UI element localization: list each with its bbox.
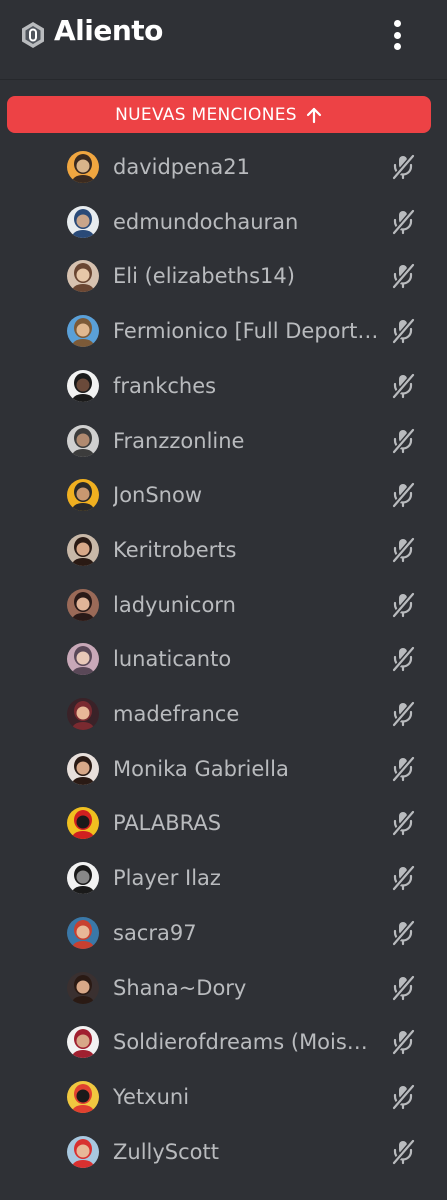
muted-microphone-icon xyxy=(391,809,416,837)
member-row[interactable]: davidpena21 xyxy=(60,140,430,194)
muted-microphone-icon xyxy=(391,1083,416,1111)
avatar xyxy=(67,315,99,348)
member-row[interactable]: Eli (elizabeths14) xyxy=(60,249,430,303)
member-name: Shana~Dory xyxy=(113,975,247,1000)
member-name: Yetxuni xyxy=(113,1084,190,1109)
member-name: Keritroberts xyxy=(113,537,237,562)
muted-microphone-icon xyxy=(391,700,416,728)
member-name: PALABRAS xyxy=(113,811,222,836)
avatar xyxy=(67,588,99,621)
muted-microphone-icon xyxy=(391,317,416,345)
muted-microphone-icon xyxy=(391,153,416,181)
channel-members-panel: Aliento NUEVAS MENCIONES davidpena21 edmu… xyxy=(0,0,447,1200)
member-row[interactable]: Player Ilaz xyxy=(60,851,430,905)
avatar xyxy=(67,533,99,566)
member-name: Franzzonline xyxy=(113,428,245,453)
new-mentions-banner[interactable]: NUEVAS MENCIONES xyxy=(7,96,431,133)
member-name: lunaticanto xyxy=(113,647,232,672)
member-row[interactable]: Fermionico [Full Deport… xyxy=(60,304,430,358)
member-row[interactable]: madefrance xyxy=(60,687,430,741)
new-mentions-label: NUEVAS MENCIONES xyxy=(115,104,297,125)
member-name: Soldierofdreams (Mois… xyxy=(113,1030,368,1055)
member-name: Fermionico [Full Deport… xyxy=(113,319,379,344)
member-name: madefrance xyxy=(113,702,240,726)
avatar xyxy=(67,1135,99,1168)
member-name: ZullyScott xyxy=(113,1139,219,1164)
avatar xyxy=(67,1026,99,1059)
avatar xyxy=(67,424,99,457)
member-name: Player Ilaz xyxy=(113,866,221,891)
member-name: ladyunicorn xyxy=(113,592,236,617)
member-row[interactable]: Shana~Dory xyxy=(60,961,430,1015)
member-name: sacra97 xyxy=(113,920,197,945)
avatar xyxy=(67,260,99,293)
avatar xyxy=(67,479,99,512)
muted-microphone-icon xyxy=(391,262,416,290)
kebab-menu-icon[interactable] xyxy=(383,18,411,52)
muted-microphone-icon xyxy=(391,864,416,892)
member-name: JonSnow xyxy=(113,483,203,508)
muted-microphone-icon xyxy=(391,208,416,236)
member-row[interactable]: Soldierofdreams (Mois… xyxy=(60,1015,430,1069)
member-row[interactable]: frankches xyxy=(60,359,430,413)
avatar xyxy=(67,807,99,840)
muted-microphone-icon xyxy=(391,974,416,1001)
muted-microphone-icon xyxy=(391,372,416,400)
muted-microphone-icon xyxy=(391,919,416,947)
avatar xyxy=(67,151,99,183)
member-name: davidpena21 xyxy=(113,155,250,179)
avatar xyxy=(67,1080,99,1113)
muted-microphone-icon xyxy=(391,536,416,564)
avatar xyxy=(67,971,99,1004)
member-name: Monika Gabriella xyxy=(113,756,289,781)
member-name: edmundochauran xyxy=(113,209,299,234)
member-row[interactable]: Yetxuni xyxy=(60,1070,430,1124)
server-name[interactable]: Aliento xyxy=(54,14,163,47)
member-row[interactable]: PALABRAS xyxy=(60,796,430,850)
member-name: frankches xyxy=(113,373,217,398)
server-badge-icon[interactable] xyxy=(19,21,47,49)
arrow-up-icon xyxy=(306,107,321,123)
member-row[interactable]: Franzzonline xyxy=(60,414,430,468)
muted-microphone-icon xyxy=(391,755,416,783)
muted-microphone-icon xyxy=(391,481,416,509)
member-row[interactable]: Keritroberts xyxy=(60,523,430,577)
muted-microphone-icon xyxy=(391,591,416,619)
muted-microphone-icon xyxy=(391,1028,416,1056)
avatar xyxy=(67,643,99,676)
muted-microphone-icon xyxy=(391,1138,416,1166)
member-row[interactable]: sacra97 xyxy=(60,906,430,960)
member-name: Eli (elizabeths14) xyxy=(113,264,295,289)
avatar xyxy=(67,698,99,730)
member-row[interactable]: edmundochauran xyxy=(60,195,430,249)
muted-microphone-icon xyxy=(391,427,416,454)
avatar xyxy=(67,205,99,238)
member-row[interactable]: JonSnow xyxy=(60,468,430,522)
member-row[interactable]: Monika Gabriella xyxy=(60,742,430,796)
member-row[interactable]: lunaticanto xyxy=(60,632,430,686)
member-row[interactable]: ZullyScott xyxy=(60,1125,430,1179)
avatar xyxy=(67,862,99,895)
member-row[interactable]: ladyunicorn xyxy=(60,578,430,632)
server-header: Aliento xyxy=(0,0,447,80)
avatar xyxy=(67,752,99,785)
avatar xyxy=(67,369,99,402)
avatar xyxy=(67,916,99,949)
muted-microphone-icon xyxy=(391,645,416,673)
